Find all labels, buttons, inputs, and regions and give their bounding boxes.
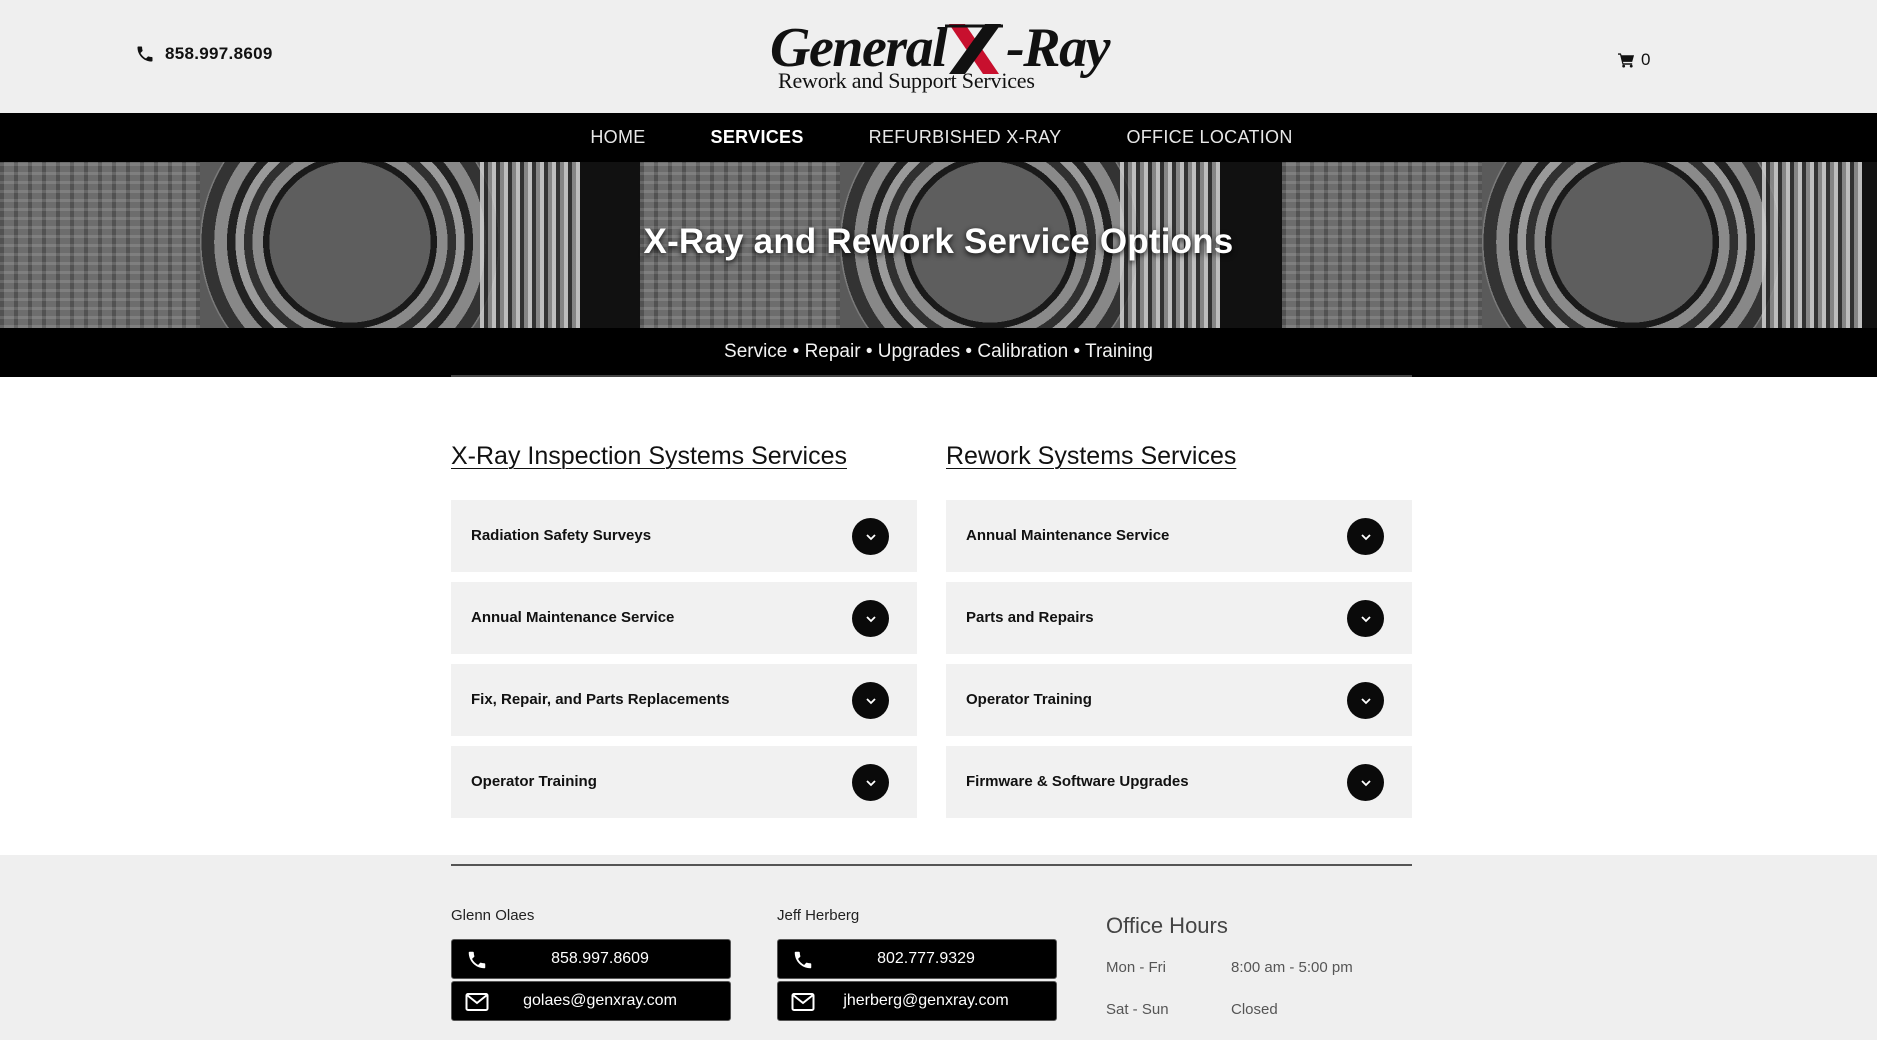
- chevron-down-icon: [865, 779, 876, 786]
- contact-name: Jeff Herberg: [777, 907, 860, 924]
- accordion-item[interactable]: Operator Training: [451, 746, 917, 818]
- chevron-down-icon: [1360, 533, 1371, 540]
- contact-card: Glenn Olaes 858.997.8609 golaes@genxray.…: [451, 907, 731, 1023]
- hours-days: Sat - Sun: [1106, 1001, 1169, 1018]
- contact-email-text: golaes@genxray.com: [523, 992, 677, 1009]
- chevron-down-icon: [1360, 697, 1371, 704]
- hero-subtitle-bar: Service • Repair • Upgrades • Calibratio…: [0, 328, 1877, 377]
- contact-name: Glenn Olaes: [451, 907, 535, 924]
- accordion-item[interactable]: Radiation Safety Surveys: [451, 500, 917, 572]
- cart-count: 0: [1641, 50, 1651, 69]
- nav-services[interactable]: SERVICES: [711, 127, 804, 148]
- expand-button[interactable]: [852, 764, 889, 801]
- nav-refurbished-xray[interactable]: REFURBISHED X-RAY: [869, 127, 1062, 148]
- accordion-label: Operator Training: [471, 773, 597, 790]
- contact-phone-button[interactable]: 858.997.8609: [451, 939, 731, 979]
- accordion-label: Firmware & Software Upgrades: [966, 773, 1189, 790]
- chevron-down-icon: [865, 615, 876, 622]
- hours-time: Closed: [1231, 1001, 1278, 1018]
- header-phone-text: 858.997.8609: [165, 44, 273, 63]
- hero-subtitle: Service • Repair • Upgrades • Calibratio…: [724, 341, 1153, 362]
- accordion-label: Annual Maintenance Service: [471, 609, 675, 626]
- hours-row: Mon - Fri 8:00 am - 5:00 pm: [1106, 959, 1406, 1001]
- accordion-item[interactable]: Annual Maintenance Service: [451, 582, 917, 654]
- accordion-item[interactable]: Annual Maintenance Service: [946, 500, 1412, 572]
- cart-icon: [1618, 53, 1635, 68]
- site-footer: Glenn Olaes 858.997.8609 golaes@genxray.…: [0, 855, 1877, 1040]
- expand-button[interactable]: [1347, 764, 1384, 801]
- chevron-down-icon: [865, 697, 876, 704]
- expand-button[interactable]: [1347, 518, 1384, 555]
- accordion-label: Parts and Repairs: [966, 609, 1094, 626]
- office-hours: Office Hours Mon - Fri 8:00 am - 5:00 pm…: [1106, 913, 1406, 1040]
- company-logo[interactable]: General -Ray Rework and Support Services: [768, 17, 1111, 102]
- accordion-item[interactable]: Firmware & Software Upgrades: [946, 746, 1412, 818]
- site-header: 858.997.8609 General -Ray Rework and Supp…: [0, 0, 1877, 113]
- expand-button[interactable]: [852, 518, 889, 555]
- contact-email-button[interactable]: golaes@genxray.com: [451, 981, 731, 1021]
- divider: [451, 375, 1412, 377]
- rework-services-section: Rework Systems Services Annual Maintenan…: [946, 442, 1412, 828]
- nav-office-location[interactable]: OFFICE LOCATION: [1126, 127, 1292, 148]
- expand-button[interactable]: [852, 600, 889, 637]
- accordion-label: Operator Training: [966, 691, 1092, 708]
- hero-banner: X-Ray and Rework Service Options: [0, 162, 1877, 328]
- contact-phone-button[interactable]: 802.777.9329: [777, 939, 1057, 979]
- office-hours-title: Office Hours: [1106, 913, 1228, 938]
- cart-link[interactable]: 0: [1618, 50, 1650, 70]
- expand-button[interactable]: [1347, 682, 1384, 719]
- divider: [451, 864, 1412, 866]
- accordion-label: Fix, Repair, and Parts Replacements: [471, 691, 730, 708]
- accordion-item[interactable]: Fix, Repair, and Parts Replacements: [451, 664, 917, 736]
- header-phone-link[interactable]: 858.997.8609: [135, 44, 273, 64]
- xray-services-heading[interactable]: X-Ray Inspection Systems Services: [451, 442, 917, 500]
- accordion-item[interactable]: Operator Training: [946, 664, 1412, 736]
- phone-icon: [137, 46, 153, 62]
- contact-email-text: jherberg@genxray.com: [843, 992, 1009, 1009]
- main-nav: HOME SERVICES REFURBISHED X-RAY OFFICE L…: [0, 113, 1877, 162]
- logo-tagline: Rework and Support Services: [778, 68, 1035, 93]
- contact-card: Jeff Herberg 802.777.9329 jherberg@genxr…: [777, 907, 1057, 1023]
- rework-services-heading[interactable]: Rework Systems Services: [946, 442, 1412, 500]
- chevron-down-icon: [1360, 779, 1371, 786]
- hours-row: Sat - Sun Closed: [1106, 1001, 1406, 1040]
- chevron-down-icon: [865, 533, 876, 540]
- accordion-label: Radiation Safety Surveys: [471, 527, 652, 544]
- expand-button[interactable]: [1347, 600, 1384, 637]
- nav-home[interactable]: HOME: [590, 127, 645, 148]
- expand-button[interactable]: [852, 682, 889, 719]
- accordion-item[interactable]: Parts and Repairs: [946, 582, 1412, 654]
- chevron-down-icon: [1360, 615, 1371, 622]
- contact-phone-text: 858.997.8609: [551, 950, 649, 967]
- hours-time: 8:00 am - 5:00 pm: [1231, 959, 1353, 976]
- contact-phone-text: 802.777.9329: [877, 950, 975, 967]
- accordion-label: Annual Maintenance Service: [966, 527, 1170, 544]
- contact-email-button[interactable]: jherberg@genxray.com: [777, 981, 1057, 1021]
- xray-services-section: X-Ray Inspection Systems Services Radiat…: [451, 442, 917, 828]
- page-title: X-Ray and Rework Service Options: [643, 222, 1234, 261]
- hours-days: Mon - Fri: [1106, 959, 1166, 976]
